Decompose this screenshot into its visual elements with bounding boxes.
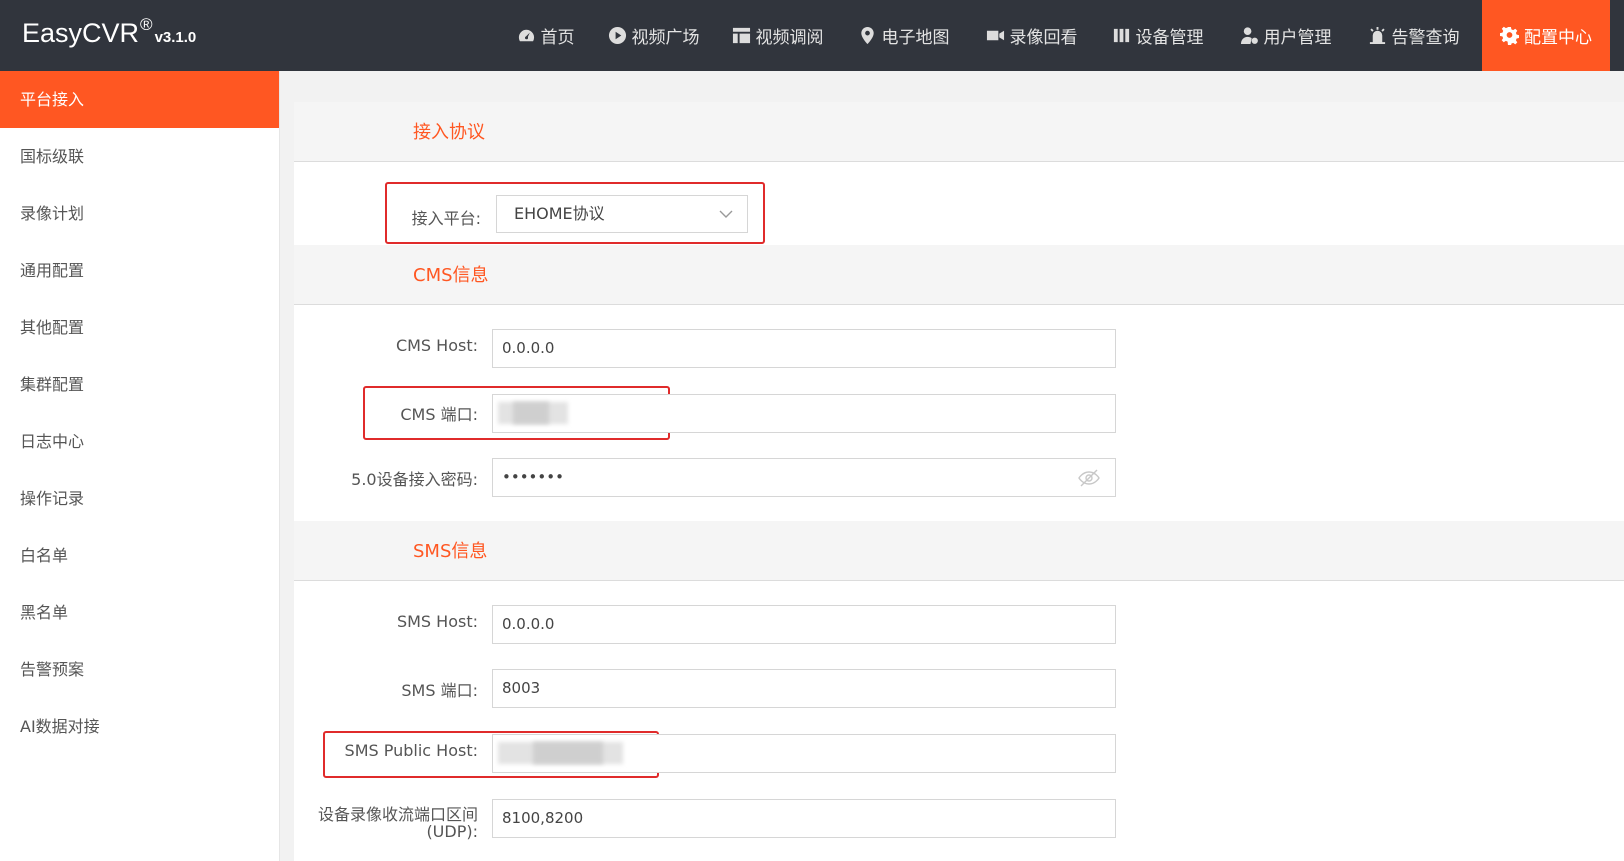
sidebar-item-general-config[interactable]: 通用配置 [0,242,279,299]
nav-e-map-label: 电子地图 [881,28,950,48]
nav-playback-label: 录像回看 [1009,28,1078,48]
sidebar-item-ai-data[interactable]: AI数据对接 [0,698,279,755]
nav-device-management[interactable]: 设备管理 [1104,0,1211,71]
nav-video-review[interactable]: 视频调阅 [724,0,831,71]
sidebar-item-platform-access[interactable]: 平台接入 [0,71,279,128]
platform-label: 接入平台: [411,209,481,228]
platform-select[interactable]: EHOME协议 [496,195,748,233]
brand-version: v3.1.0 [154,29,197,46]
sms-host-label: SMS Host: [396,612,478,631]
sidebar-item-gb-cascade[interactable]: 国标级联 [0,128,279,185]
gear-icon [1500,26,1519,45]
password-label: 5.0设备接入密码: [351,470,478,489]
redacted-mask [513,402,549,424]
play-circle-icon [608,26,626,45]
section-title-protocol: 接入协议 [413,122,485,143]
sidebar-divider [279,71,280,861]
sidebar-item-cluster-config[interactable]: 集群配置 [0,356,279,413]
eye-off-icon[interactable] [1078,468,1100,488]
sidebar-item-alarm-plan[interactable]: 告警预案 [0,641,279,698]
cms-port-input[interactable] [492,394,1116,433]
sms-public-host-label: SMS Public Host: [344,741,478,760]
cms-host-label: CMS Host: [395,336,478,355]
nav-user-management[interactable]: 用户管理 [1232,0,1339,71]
layout-icon [732,27,750,44]
section-title-sms: SMS信息 [413,541,488,562]
sms-port-label: SMS 端口: [401,681,478,700]
platform-select-value: EHOME协议 [514,204,605,223]
user-gear-icon [1240,27,1258,45]
sidebar-item-blacklist[interactable]: 黑名单 [0,584,279,641]
section-header-protocol: 接入协议 [294,102,1624,162]
sidebar-item-whitelist[interactable]: 白名单 [0,527,279,584]
nav-alarm-query[interactable]: 告警查询 [1360,0,1467,71]
brand-name: EasyCVR [22,18,140,48]
sms-port-input[interactable]: 8003 [492,669,1116,708]
map-pin-icon [860,26,874,45]
dashboard-icon [518,29,534,42]
sidebar-item-record-plan[interactable]: 录像计划 [0,185,279,242]
nav-home-label: 首页 [540,28,575,48]
brand-registered-mark: ® [140,15,153,34]
sms-public-host-input[interactable] [492,734,1116,773]
recv-port-range-label: 设备录像收流端口区间 (UDP): [294,806,478,840]
sidebar: 平台接入 国标级联 录像计划 通用配置 其他配置 集群配置 日志中心 操作记录 … [0,71,279,861]
alarm-icon [1369,26,1385,45]
section-header-sms: SMS信息 [294,521,1624,581]
device-icon [1113,28,1129,43]
config-panel: 接入协议 接入平台: EHOME协议 CMS信息 CMS Host: 0.0.0… [294,102,1624,861]
cms-port-label: CMS 端口: [400,405,478,424]
nav-config-center-label: 配置中心 [1524,28,1592,48]
nav-config-center[interactable]: 配置中心 [1482,0,1610,71]
sidebar-item-other-config[interactable]: 其他配置 [0,299,279,356]
top-navbar: EasyCVR®v3.1.0 首页 视频广场 视频调阅 电子地图 录像回看 设备… [0,0,1624,71]
sms-host-input[interactable]: 0.0.0.0 [492,605,1116,644]
nav-device-management-label: 设备管理 [1135,28,1204,48]
password-input[interactable]: ••••••• [492,458,1116,497]
section-header-cms: CMS信息 [294,245,1624,305]
recv-port-range-input[interactable]: 8100,8200 [492,799,1116,838]
nav-playback[interactable]: 录像回看 [978,0,1085,71]
nav-e-map[interactable]: 电子地图 [850,0,957,71]
nav-video-square[interactable]: 视频广场 [600,0,707,71]
cms-host-input[interactable]: 0.0.0.0 [492,329,1116,368]
recv-port-range-label-line1: 设备录像收流端口区间 [317,805,478,824]
brand-logo: EasyCVR®v3.1.0 [22,15,196,49]
nav-video-review-label: 视频调阅 [755,28,824,48]
chevron-down-icon [719,210,733,218]
video-camera-icon [986,30,1004,41]
sidebar-item-log-center[interactable]: 日志中心 [0,413,279,470]
redacted-mask [533,742,603,764]
recv-port-range-label-line2: (UDP): [426,822,478,841]
nav-home[interactable]: 首页 [505,0,586,71]
nav-user-management-label: 用户管理 [1263,28,1332,48]
password-value: ••••••• [502,468,564,486]
nav-alarm-query-label: 告警查询 [1391,28,1460,48]
section-title-cms: CMS信息 [413,265,489,286]
nav-video-square-label: 视频广场 [631,28,700,48]
sidebar-item-operation-records[interactable]: 操作记录 [0,470,279,527]
